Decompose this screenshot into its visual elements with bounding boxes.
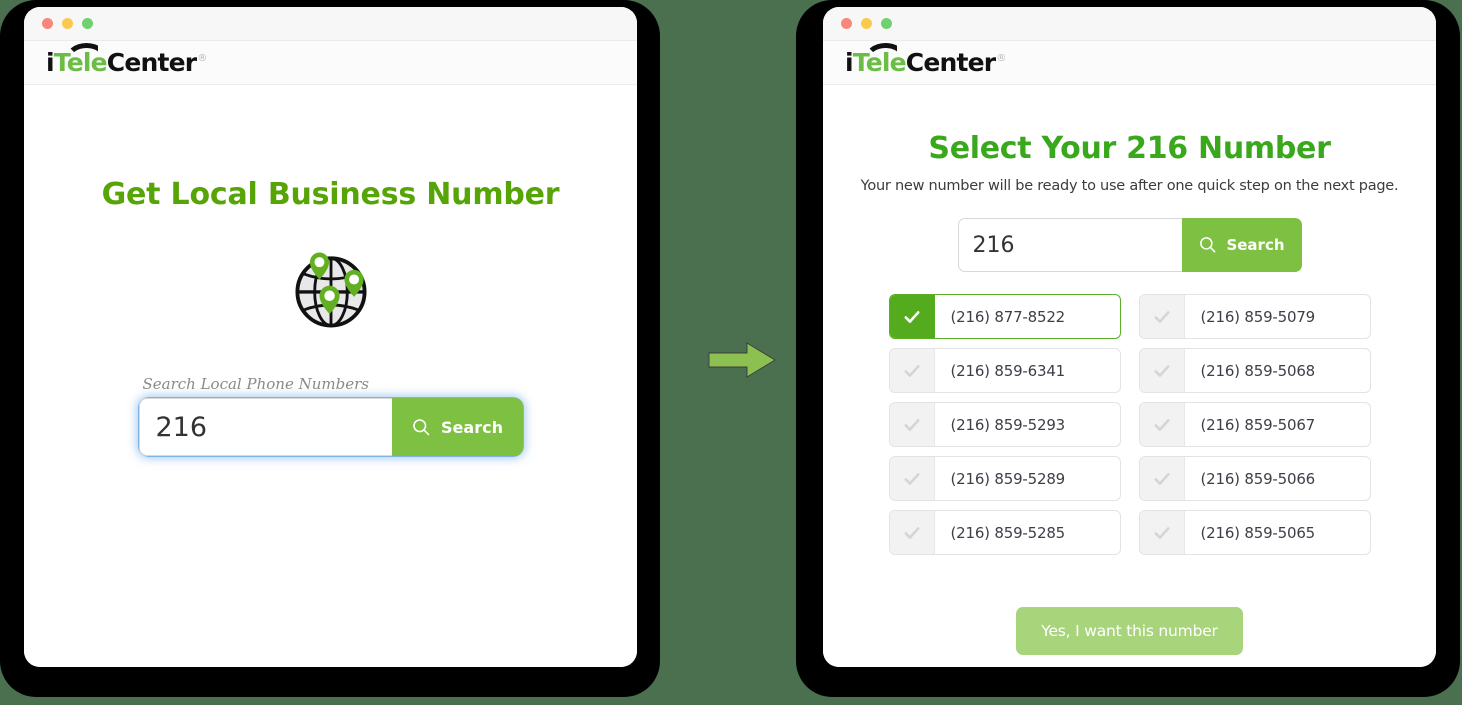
right-browser-window: i Tele Center ® Select Your 216 Number Your… — [823, 7, 1436, 667]
phone-number-option[interactable]: (216) 859-5068 — [1138, 348, 1371, 393]
search-button-label: Search — [1226, 236, 1285, 254]
phone-number-option[interactable]: (216) 859-5079 — [1138, 294, 1371, 339]
checkmark-icon[interactable] — [889, 403, 935, 446]
right-panel-body: Select Your 216 Number Your new number w… — [823, 85, 1436, 667]
maximize-button[interactable] — [82, 18, 93, 29]
phone-number-label: (216) 859-5068 — [1200, 361, 1316, 380]
close-button[interactable] — [841, 18, 852, 29]
search-input[interactable] — [138, 398, 392, 456]
phone-number-option[interactable]: (216) 859-5293 — [888, 402, 1121, 447]
logo-i: i — [845, 48, 854, 77]
checkmark-icon[interactable] — [889, 349, 935, 392]
checkmark-icon[interactable] — [1139, 457, 1185, 500]
phone-handset-icon — [65, 43, 98, 56]
left-page-title: Get Local Business Number — [101, 177, 560, 212]
right-arrow-icon — [705, 340, 781, 380]
search-icon — [1200, 237, 1216, 253]
registered-mark: ® — [996, 53, 1006, 64]
phone-number-label: (216) 859-5079 — [1200, 307, 1316, 326]
phone-number-label: (216) 859-6341 — [950, 361, 1066, 380]
search-icon — [413, 418, 430, 435]
maximize-button[interactable] — [881, 18, 892, 29]
phone-number-option[interactable]: (216) 859-5066 — [1138, 456, 1371, 501]
right-page-title: Select Your 216 Number — [928, 131, 1331, 166]
phone-number-label: (216) 859-5066 — [1200, 469, 1316, 488]
checkmark-icon[interactable] — [1139, 295, 1185, 338]
right-logo-bar: i Tele Center ® — [823, 41, 1436, 85]
checkmark-icon-selected[interactable] — [889, 295, 935, 338]
minimize-button[interactable] — [62, 18, 73, 29]
confirm-row: Yes, I want this number — [823, 607, 1436, 655]
logo-i: i — [46, 48, 55, 77]
checkmark-icon[interactable] — [1139, 349, 1185, 392]
left-logo-bar: i Tele Center ® — [24, 41, 637, 85]
phone-number-option[interactable]: (216) 877-8522 — [888, 294, 1121, 339]
phone-number-label: (216) 859-5293 — [950, 415, 1066, 434]
left-search-row: Search — [138, 398, 523, 456]
checkmark-icon[interactable] — [889, 511, 935, 554]
right-titlebar — [823, 7, 1436, 41]
search-button[interactable]: Search — [1181, 218, 1302, 272]
minimize-button[interactable] — [861, 18, 872, 29]
logo-center: Center — [905, 48, 996, 77]
itelecenter-logo[interactable]: i Tele Center ® — [845, 50, 1006, 75]
search-button[interactable]: Search — [391, 398, 523, 456]
phone-handset-icon — [864, 43, 897, 56]
phone-number-option[interactable]: (216) 859-5067 — [1138, 402, 1371, 447]
phone-number-list: (216) 877-8522 (216) 859-5079 (216) 859-63… — [888, 294, 1371, 555]
right-search-row: Search — [957, 218, 1302, 272]
phone-number-label: (216) 859-5285 — [950, 523, 1066, 542]
left-titlebar — [24, 7, 637, 41]
search-button-label: Search — [441, 417, 503, 437]
phone-number-label: (216) 877-8522 — [950, 307, 1066, 326]
close-button[interactable] — [42, 18, 53, 29]
phone-number-label: (216) 859-5067 — [1200, 415, 1316, 434]
left-browser-window: i Tele Center ® Get Local Business Number — [24, 7, 637, 667]
globe-with-location-pins-icon — [283, 242, 379, 338]
phone-number-option[interactable]: (216) 859-5285 — [888, 510, 1121, 555]
registered-mark: ® — [197, 53, 207, 64]
itelecenter-logo[interactable]: i Tele Center ® — [46, 50, 207, 75]
phone-number-option[interactable]: (216) 859-5065 — [1138, 510, 1371, 555]
checkmark-icon[interactable] — [1139, 403, 1185, 446]
phone-number-option[interactable]: (216) 859-6341 — [888, 348, 1121, 393]
phone-number-label: (216) 859-5289 — [950, 469, 1066, 488]
search-input[interactable] — [957, 218, 1182, 272]
left-search-block: Search Local Phone Numbers Search — [138, 375, 523, 456]
confirm-number-button[interactable]: Yes, I want this number — [1016, 607, 1243, 655]
phone-number-option[interactable]: (216) 859-5289 — [888, 456, 1121, 501]
right-page-subtitle: Your new number will be ready to use aft… — [860, 178, 1399, 194]
logo-center: Center — [106, 48, 197, 77]
left-panel-body: Get Local Business Number Search Local P… — [24, 85, 637, 667]
checkmark-icon[interactable] — [889, 457, 935, 500]
phone-number-label: (216) 859-5065 — [1200, 523, 1316, 542]
search-field-label: Search Local Phone Numbers — [142, 375, 369, 393]
checkmark-icon[interactable] — [1139, 511, 1185, 554]
